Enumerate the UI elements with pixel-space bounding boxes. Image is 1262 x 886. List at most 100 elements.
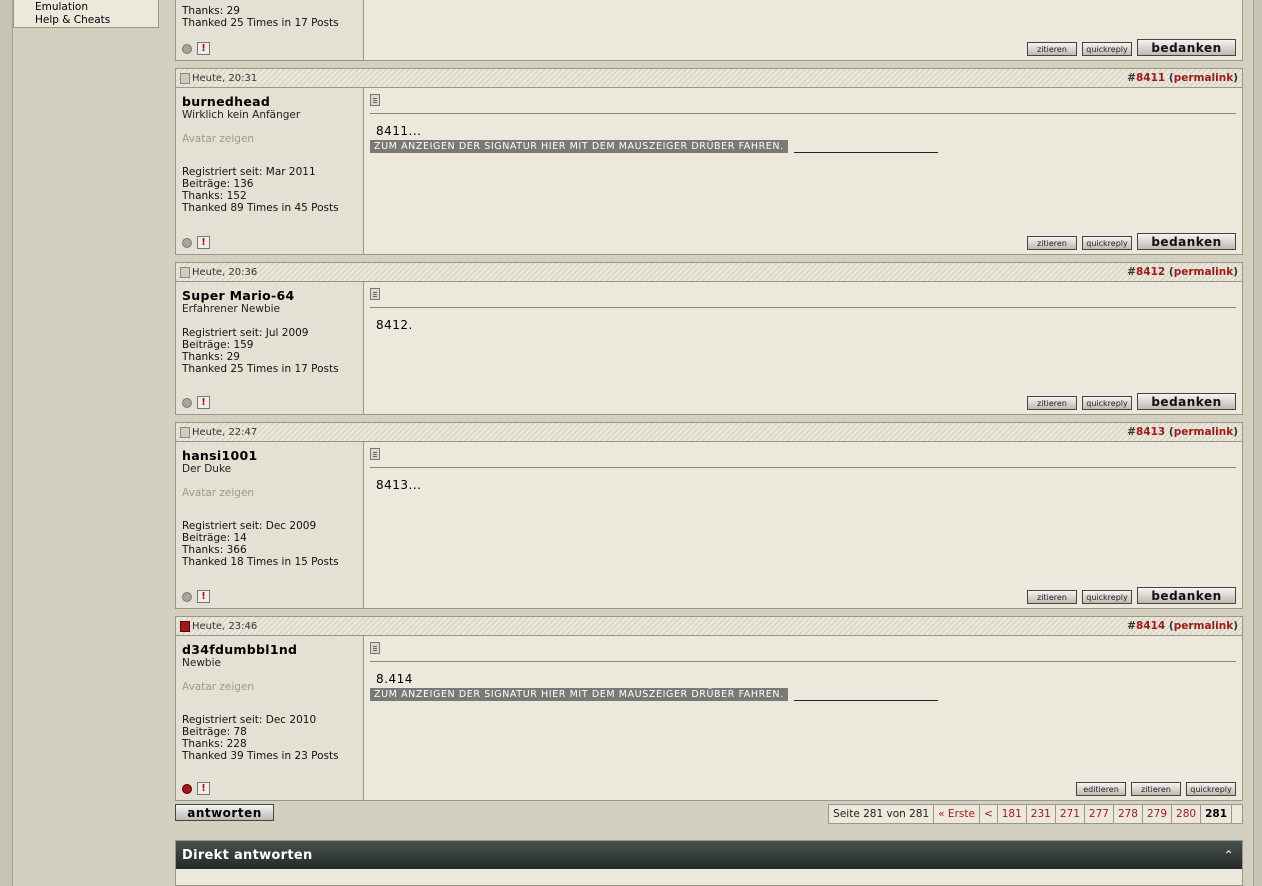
offline-status-icon <box>182 397 192 408</box>
divider <box>370 113 1236 114</box>
report-icon[interactable]: ! <box>197 236 210 249</box>
post-new-icon <box>180 620 190 632</box>
user-thanked: Thanked 25 Times in 17 Posts <box>182 363 339 375</box>
post-date: Heute, 20:36 <box>192 266 258 278</box>
user-posts: Beiträge: 159 <box>182 339 254 351</box>
user-thanked: Thanked 39 Times in 23 Posts <box>182 750 339 762</box>
thank-button[interactable]: bedanken <box>1137 233 1236 250</box>
report-icon[interactable]: ! <box>197 782 210 795</box>
page-link-181[interactable]: 181 <box>996 805 1026 823</box>
quote-button[interactable]: zitieren <box>1027 590 1077 604</box>
quickreply-button[interactable]: quickreply <box>1082 590 1132 604</box>
post-date: Heute, 22:47 <box>192 426 258 438</box>
document-icon <box>370 94 380 106</box>
document-icon <box>370 642 380 654</box>
first-page-link[interactable]: « Erste <box>933 805 979 823</box>
quickreply-button[interactable]: quickreply <box>1082 236 1132 250</box>
quickreply-button[interactable]: quickreply <box>1082 396 1132 410</box>
page-link-271[interactable]: 271 <box>1054 805 1084 823</box>
sidebar-nav: Emulation Help & Cheats <box>13 0 159 28</box>
post-number-link[interactable]: 8413 <box>1136 426 1165 438</box>
user-title: Newbie <box>182 657 221 669</box>
quickreply-button[interactable]: quickreply <box>1082 42 1132 56</box>
post-old-icon <box>180 72 190 84</box>
document-icon <box>370 448 380 460</box>
user-registered: Registriert seit: Dec 2010 <box>182 714 317 726</box>
user-thanks: Thanks: 366 <box>182 544 247 556</box>
user-title: Wirklich kein Anfänger <box>182 109 301 121</box>
quote-button[interactable]: zitieren <box>1131 782 1181 796</box>
permalink-link[interactable]: permalink <box>1174 266 1234 278</box>
user-registered: Registriert seit: Jul 2009 <box>182 327 309 339</box>
permalink-link[interactable]: permalink <box>1174 426 1234 438</box>
signature-line <box>793 140 938 153</box>
quote-button[interactable]: zitieren <box>1027 42 1077 56</box>
user-title: Der Duke <box>182 463 232 475</box>
pager-end <box>1231 805 1242 823</box>
current-page: 281 <box>1200 805 1231 823</box>
post-8412: Heute, 20:36 #8412 (permalink) Super Mar… <box>175 262 1243 415</box>
show-avatar-link[interactable]: Avatar zeigen <box>182 681 357 693</box>
thank-button[interactable]: bedanken <box>1137 39 1236 56</box>
quick-reply-panel: Direkt antworten ⌃ <box>175 840 1243 886</box>
page-link-279[interactable]: 279 <box>1141 805 1171 823</box>
left-border <box>0 0 13 886</box>
user-posts: Beiträge: 136 <box>182 178 254 190</box>
report-icon[interactable]: ! <box>197 42 210 55</box>
pagination: Seite 281 von 281 « Erste < 181 231 271 … <box>828 804 1243 824</box>
user-info: d34fdumbbl1nd Newbie Avatar zeigen Regis… <box>176 636 364 800</box>
offline-status-icon <box>182 591 192 602</box>
signature-spoiler[interactable]: ZUM ANZEIGEN DER SIGNATUR HIER MIT DEM M… <box>370 688 788 701</box>
user-title: Erfahrener Newbie <box>182 303 280 315</box>
show-avatar-link[interactable]: Avatar zeigen <box>182 487 357 499</box>
page-link-280[interactable]: 280 <box>1171 805 1200 823</box>
divider <box>370 467 1236 468</box>
quote-button[interactable]: zitieren <box>1027 236 1077 250</box>
signature-spoiler[interactable]: ZUM ANZEIGEN DER SIGNATUR HIER MIT DEM M… <box>370 140 788 153</box>
post-old-icon <box>180 426 190 438</box>
quote-button[interactable]: zitieren <box>1027 396 1077 410</box>
page-link-277[interactable]: 277 <box>1083 805 1113 823</box>
user-info: Super Mario-64 Erfahrener Newbie Registr… <box>176 282 364 414</box>
reply-button[interactable]: antworten <box>175 804 274 821</box>
page-count-label: Seite 281 von 281 <box>833 808 930 820</box>
thank-button[interactable]: bedanken <box>1137 587 1236 604</box>
sidebar-item-help-cheats[interactable]: Help & Cheats <box>35 14 158 27</box>
post-number-link[interactable]: 8412 <box>1136 266 1165 278</box>
edit-button[interactable]: editieren <box>1076 782 1126 796</box>
user-info: burnedhead Wirklich kein Anfänger Avatar… <box>176 88 364 254</box>
username-link[interactable]: hansi1001 <box>182 448 357 463</box>
username-link[interactable]: burnedhead <box>182 94 357 109</box>
user-thanks: Thanks: 152 <box>182 190 247 202</box>
divider <box>370 661 1236 662</box>
user-thanked: Thanked 18 Times in 15 Posts <box>182 556 339 568</box>
post-8411: Heute, 20:31 #8411 (permalink) burnedhea… <box>175 68 1243 255</box>
user-thanks: Thanks: 29 <box>182 5 240 17</box>
report-icon[interactable]: ! <box>197 396 210 409</box>
post-8413: Heute, 22:47 #8413 (permalink) hansi1001… <box>175 422 1243 609</box>
post-date: Heute, 20:31 <box>192 72 258 84</box>
thank-button[interactable]: bedanken <box>1137 393 1236 410</box>
page-link-278[interactable]: 278 <box>1112 805 1142 823</box>
post-old-icon <box>180 266 190 278</box>
user-info: hansi1001 Der Duke Avatar zeigen Registr… <box>176 442 364 608</box>
scrollbar-track[interactable] <box>1253 0 1262 886</box>
permalink-link[interactable]: permalink <box>1174 72 1234 84</box>
show-avatar-link[interactable]: Avatar zeigen <box>182 133 357 145</box>
divider <box>370 307 1236 308</box>
post-number-link[interactable]: 8414 <box>1136 620 1165 632</box>
permalink-link[interactable]: permalink <box>1174 620 1234 632</box>
sidebar-item-emulation[interactable]: Emulation <box>35 1 158 14</box>
report-icon[interactable]: ! <box>197 590 210 603</box>
offline-status-icon <box>182 237 192 248</box>
post-number-link[interactable]: 8411 <box>1136 72 1165 84</box>
page-link-231[interactable]: 231 <box>1025 805 1055 823</box>
username-link[interactable]: d34fdumbbl1nd <box>182 642 357 657</box>
user-thanks: Thanks: 228 <box>182 738 247 750</box>
quickreply-button[interactable]: quickreply <box>1186 782 1236 796</box>
user-posts: Beiträge: 78 <box>182 726 247 738</box>
prev-page-link[interactable]: < <box>978 805 997 823</box>
username-link[interactable]: Super Mario-64 <box>182 288 357 303</box>
user-info: Thanks: 29 Thanked 25 Times in 17 Posts … <box>176 0 364 60</box>
collapse-up-icon[interactable]: ⌃ <box>1224 848 1234 862</box>
